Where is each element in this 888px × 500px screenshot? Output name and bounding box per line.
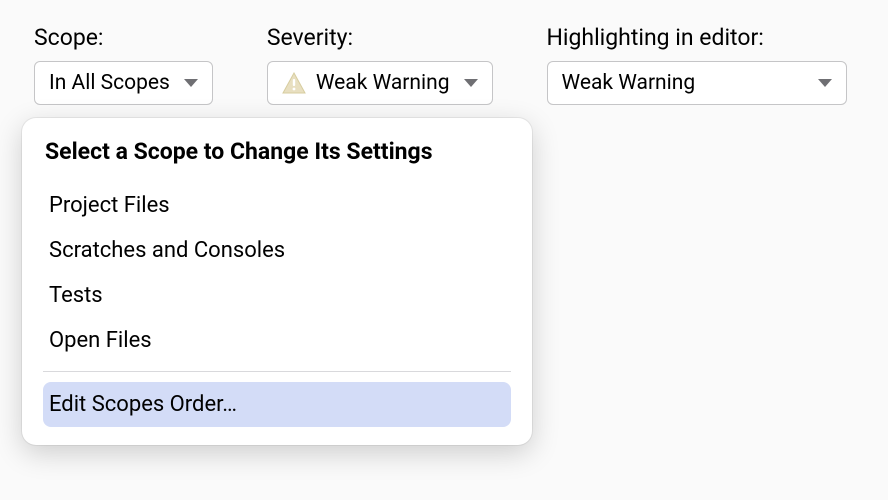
scope-field: Scope: In All Scopes [34, 24, 213, 105]
scope-option-project-files[interactable]: Project Files [43, 183, 511, 228]
chevron-down-icon [184, 79, 198, 87]
highlighting-dropdown-value: Weak Warning [562, 71, 696, 95]
chevron-down-icon [464, 79, 478, 87]
edit-scopes-order[interactable]: Edit Scopes Order… [43, 382, 511, 427]
highlighting-dropdown[interactable]: Weak Warning [547, 61, 847, 105]
scope-option-scratches-consoles[interactable]: Scratches and Consoles [43, 228, 511, 273]
severity-label: Severity: [267, 24, 493, 51]
scope-dropdown-value: In All Scopes [49, 71, 170, 95]
scope-option-tests[interactable]: Tests [43, 273, 511, 318]
popup-separator [43, 371, 511, 372]
scope-dropdown[interactable]: In All Scopes [34, 61, 213, 105]
highlighting-label: Highlighting in editor: [547, 24, 847, 51]
warning-triangle-icon [282, 72, 306, 94]
severity-value-wrap: Weak Warning [282, 71, 450, 95]
popup-title: Select a Scope to Change Its Settings [43, 138, 511, 165]
chevron-down-icon [818, 79, 832, 87]
severity-dropdown[interactable]: Weak Warning [267, 61, 493, 105]
scope-label: Scope: [34, 24, 213, 51]
scope-option-open-files[interactable]: Open Files [43, 318, 511, 363]
severity-dropdown-value: Weak Warning [316, 71, 450, 95]
severity-field: Severity: Weak Warning [267, 24, 493, 105]
highlighting-field: Highlighting in editor: Weak Warning [547, 24, 847, 105]
scope-selection-popup: Select a Scope to Change Its Settings Pr… [22, 118, 532, 445]
settings-row: Scope: In All Scopes Severity: Weak Warn… [34, 24, 854, 105]
